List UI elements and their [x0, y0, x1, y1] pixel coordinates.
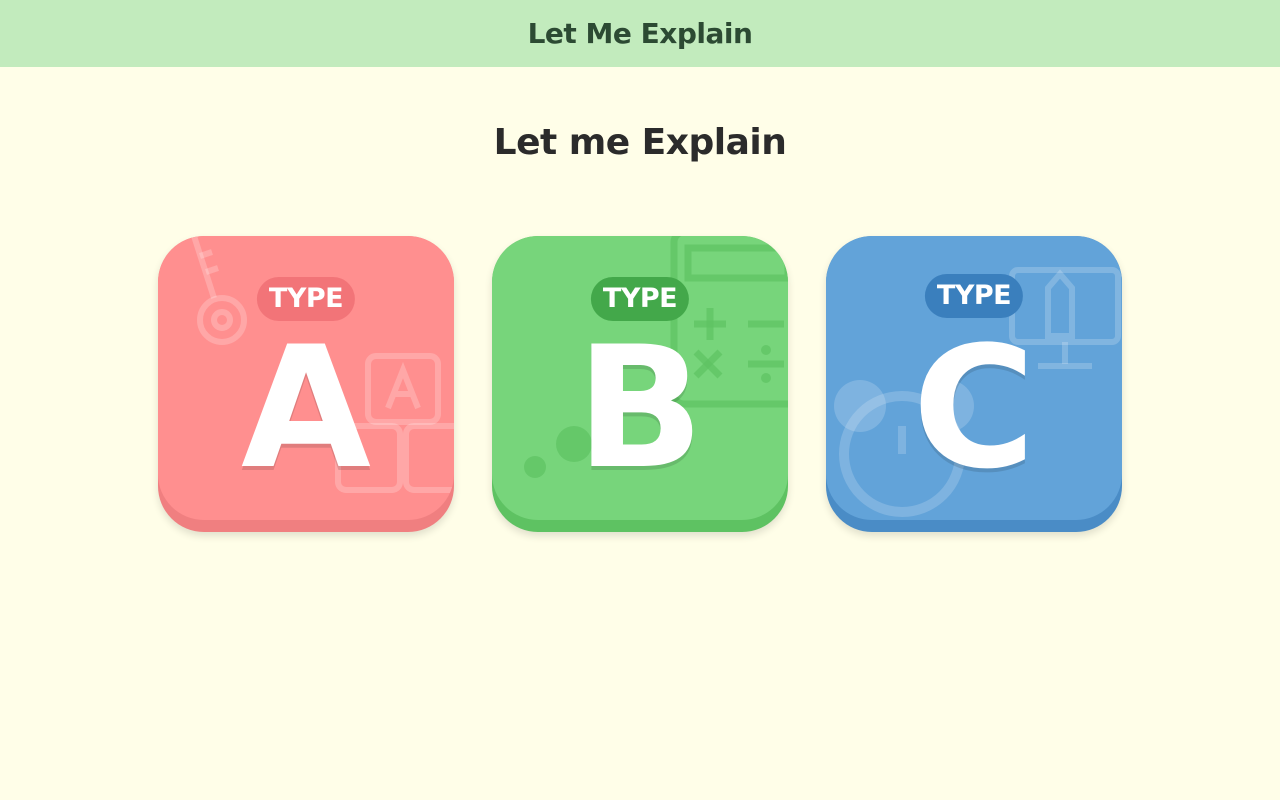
card-face: TYPE B — [492, 236, 788, 520]
type-letter: B — [575, 310, 705, 506]
card-face: TYPE A — [158, 236, 454, 520]
card-face: TYPE C — [826, 236, 1122, 520]
app-title: Let Me Explain — [527, 17, 753, 50]
type-c-card[interactable]: TYPE C — [826, 236, 1122, 532]
type-letter: A — [240, 310, 372, 506]
type-a-card[interactable]: TYPE A — [158, 236, 454, 532]
page-title: Let me Explain — [493, 122, 787, 163]
type-b-card[interactable]: TYPE B — [492, 236, 788, 532]
top-bar: Let Me Explain — [0, 0, 1280, 67]
type-letter: C — [912, 310, 1036, 506]
